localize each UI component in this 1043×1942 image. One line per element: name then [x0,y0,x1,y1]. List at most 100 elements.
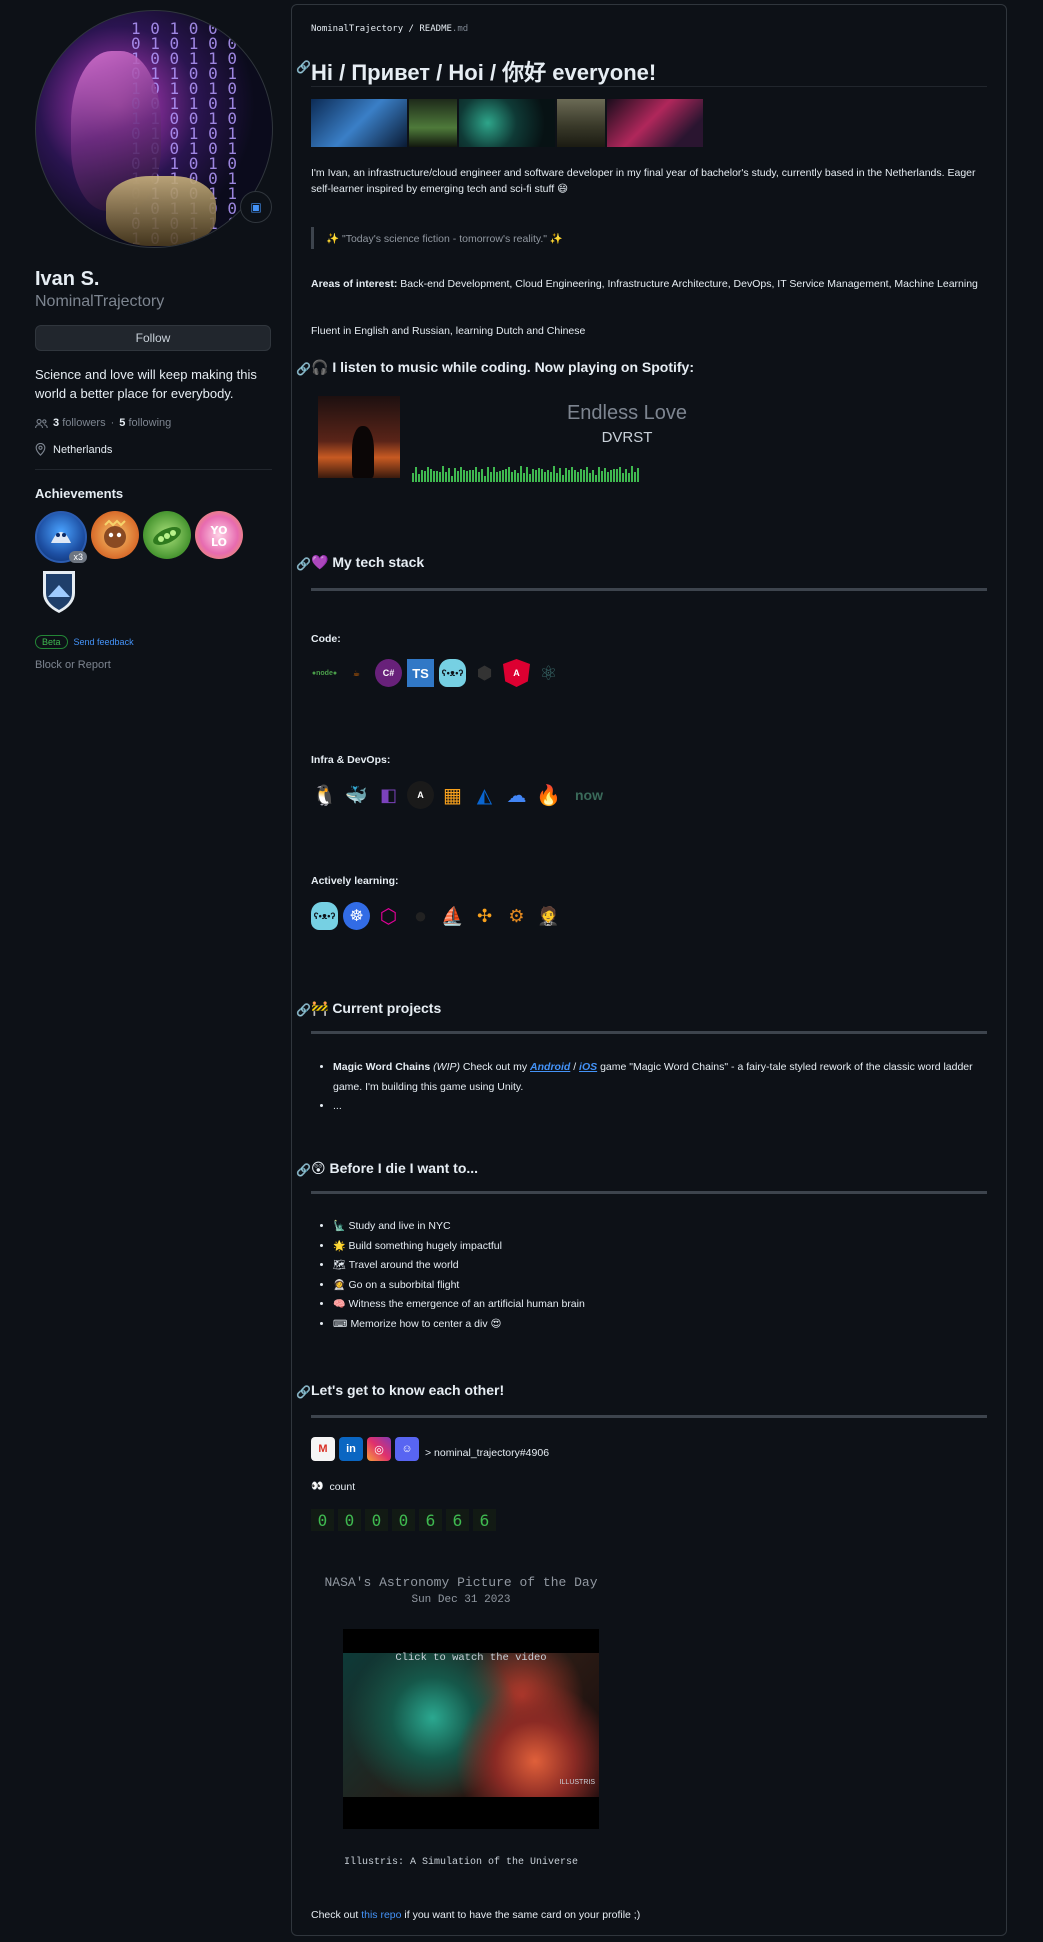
achievements-title[interactable]: Achievements [35,486,272,501]
equalizer-bar [466,471,468,482]
video-brand: ILLUSTRIS [559,1779,595,1786]
equalizer-bar [571,467,573,482]
spotify-artist[interactable]: DVRST [482,429,772,446]
electron-icon: ⚛ [539,662,558,685]
equalizer-bar [577,472,579,482]
equalizer-bar [508,467,510,482]
bucket-text: Build something hugely impactful [348,1239,502,1252]
followers-label: followers [62,417,106,429]
code-icons: ●node● ☕ C# TS ʕ•ᴥ•ʔ ⬢ A ⚛ [311,659,562,687]
equalizer-bar [592,470,594,482]
equalizer-bar [511,472,513,482]
eyes-icon: 👀 [311,1481,324,1492]
bucket-item: 🌟Build something hugely impactful [333,1237,1003,1257]
following-count: 5 [119,417,126,429]
counter-digit: 0 [392,1509,415,1531]
equalizer-bar [574,470,576,482]
anchor-link-icon[interactable]: 🔗 [296,557,311,571]
equalizer-bar [535,470,537,482]
crumb-user[interactable]: NominalTrajectory [311,24,403,34]
equalizer-bar [412,473,414,482]
contact-heading: Let's get to know each other! [311,1382,505,1398]
spotify-song-title[interactable]: Endless Love [482,402,772,425]
anchor-link-icon[interactable]: 🔗 [296,1003,311,1017]
gmail-icon[interactable]: M [311,1437,335,1461]
contact-links: M in ◎ ☺ > nominal_trajectory#4906 [311,1437,549,1461]
apollo-icon: ● [413,903,428,928]
discord-icon[interactable]: ☺ [395,1437,419,1461]
airflow-icon: ✣ [476,905,493,926]
bucket-text: Memorize how to center a div 😍 [350,1317,502,1330]
count-label: count [329,1481,356,1493]
title-divider [311,86,987,87]
equalizer-bar [622,473,624,482]
equalizer-bar [634,472,636,482]
firebase-icon: 🔥 [536,784,561,807]
equalizer-bar [430,469,432,482]
this-repo-link[interactable]: this repo [361,1909,401,1921]
counter-digit: 0 [338,1509,361,1531]
bucket-emoji: 👩‍🚀 [333,1279,346,1291]
block-report-link[interactable]: Block or Report [35,659,272,671]
beta-label: Beta [35,635,68,649]
equalizer-bar [595,475,597,482]
bucket-item: 🗺Travel around the world [333,1256,1003,1276]
equalizer-bar [583,470,585,482]
visitor-count-row: 👀 count [311,1479,991,1495]
follow-button[interactable]: Follow [35,325,271,351]
equalizer-bar [580,469,582,482]
anchor-link-icon[interactable]: 🔗 [296,1385,311,1399]
equalizer-bar [556,473,558,482]
beta-feedback-row: Beta Send feedback [35,635,272,649]
equalizer-bar [496,472,498,482]
crumb-file[interactable]: README [419,24,452,34]
readme-panel: NominalTrajectory / README.md 🔗 Hi / При… [291,4,1007,1936]
followers-link[interactable]: 3 followers [53,417,106,429]
achievement-starstruck-icon[interactable] [91,511,139,559]
android-link[interactable]: Android [530,1061,570,1073]
spotify-album-cover[interactable] [318,396,400,478]
interests-text: Back-end Development, Cloud Engineering,… [400,278,978,290]
equalizer-bar [613,469,615,482]
discord-handle: > nominal_trajectory#4906 [425,1447,550,1459]
project-slash: / [573,1061,577,1073]
projects-heading: 🚧 Current projects [311,1000,442,1016]
video-hint[interactable]: Click to watch the video [343,1652,599,1664]
equalizer-bar [493,467,495,482]
location-text: Netherlands [53,443,113,456]
grafana-icon: ⚙ [508,905,525,926]
equalizer-bar [490,472,492,482]
equalizer-bar [553,466,555,482]
equalizer-bar [541,469,543,482]
equalizer-bar [484,476,486,482]
gallery-image-figure [409,99,457,147]
footer-paragraph: Check out this repo if you want to have … [311,1907,991,1923]
apod-video-frame [343,1653,599,1797]
apod-video[interactable]: Click to watch the video ILLUSTRIS [343,1629,599,1829]
ios-link[interactable]: iOS [579,1061,597,1073]
readme-title: Hi / Привет / Hoi / 你好 everyone! [311,60,657,85]
anchor-link-icon[interactable]: 🔗 [296,1163,311,1177]
linkedin-icon[interactable]: in [339,1437,363,1461]
anchor-link-icon[interactable]: 🔗 [296,60,311,74]
achievement-yolo-icon[interactable]: YO LO [195,511,243,559]
infra-icons: 🐧 🐳 ◧ A ▦ ◭ ☁ 🔥 now [311,781,611,809]
counter-digit: 6 [446,1509,469,1531]
intro-paragraph: I'm Ivan, an infrastructure/cloud engine… [311,167,976,195]
equalizer-bar [559,468,561,482]
achievement-pull-shark-icon[interactable]: x3 [35,511,87,563]
spotify-equalizer [412,464,639,482]
send-feedback-link[interactable]: Send feedback [74,637,134,647]
achievement-arctic-code-vault-icon[interactable] [35,567,83,615]
status-emoji-icon[interactable]: ▣ [240,191,272,223]
instagram-icon[interactable]: ◎ [367,1437,391,1461]
achievement-pair-extraordinaire-icon[interactable] [143,511,191,559]
equalizer-bar [547,470,549,482]
following-link[interactable]: 5 following [119,417,171,429]
equalizer-bar [505,469,507,482]
achievement-multiplier: x3 [69,551,87,563]
bucket-emoji: 🗽 [333,1221,346,1232]
avatar[interactable]: 1 0 1 0 0 1 0 1 0 1 0 0 1 0 0 1 1 0 0 1 … [35,10,273,248]
kubernetes-icon: ☸ [343,902,370,930]
anchor-link-icon[interactable]: 🔗 [296,362,311,376]
